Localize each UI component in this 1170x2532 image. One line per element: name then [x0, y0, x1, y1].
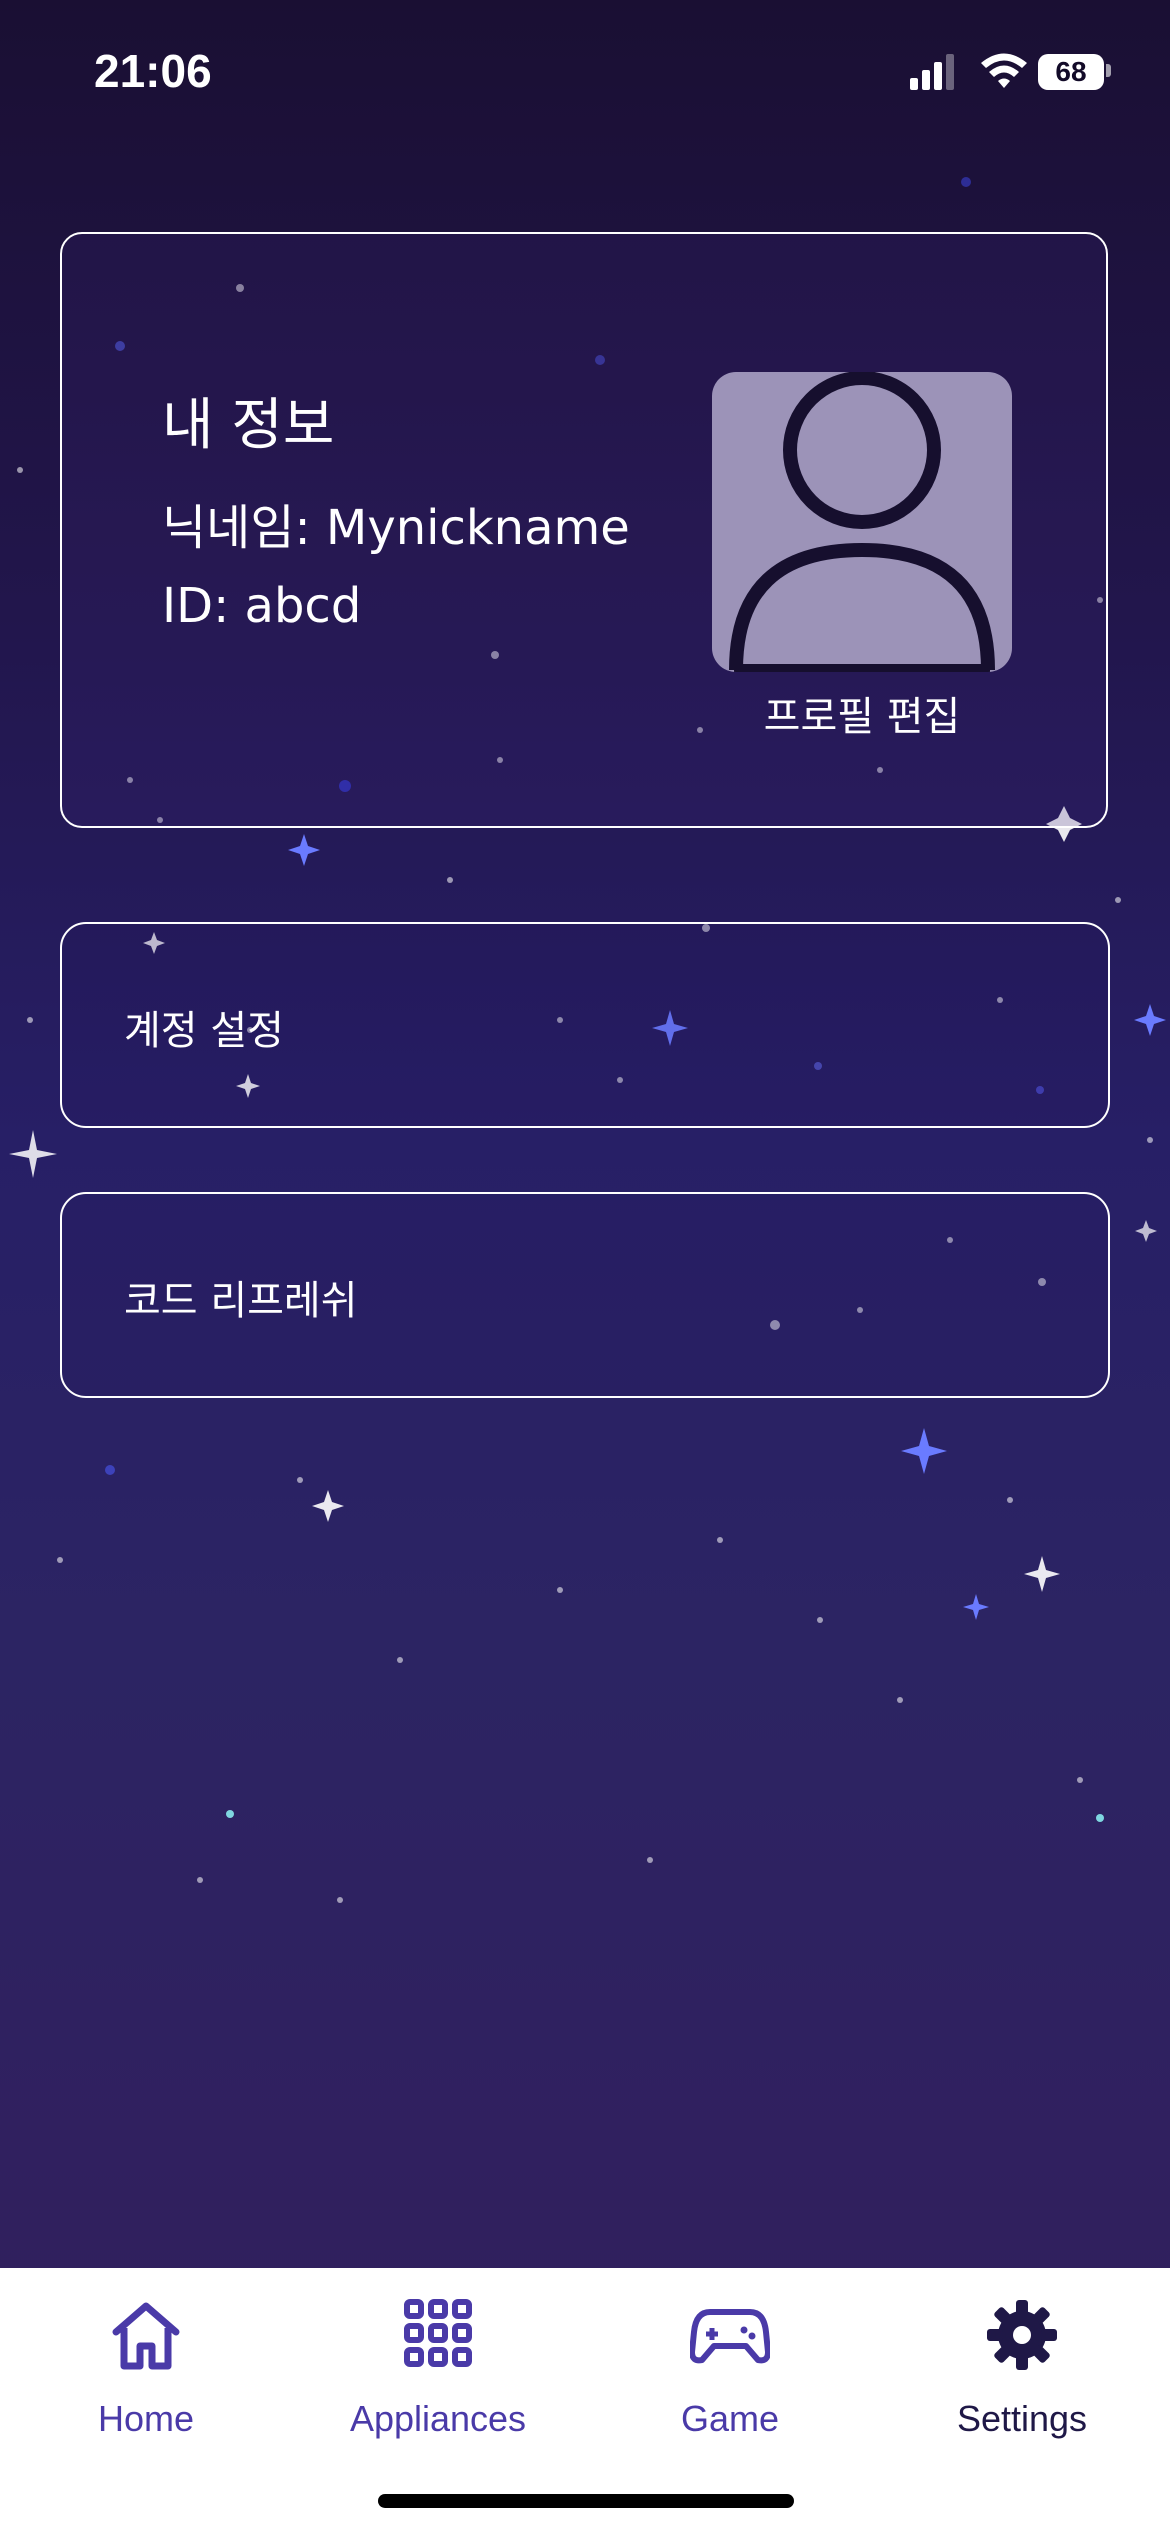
profile-info-card: 내 정보 닉네임: Mynickname ID: abcd 프로필 편집	[60, 232, 1108, 828]
battery-cap	[1106, 64, 1111, 77]
wifi-icon	[981, 53, 1027, 88]
tab-game-label: Game	[680, 2398, 780, 2439]
tab-settings-label: Settings	[956, 2398, 1088, 2439]
nickname-text: 닉네임: Mynickname	[162, 500, 630, 556]
user-avatar-icon[interactable]	[712, 372, 1012, 672]
status-icons: 68	[910, 52, 1114, 92]
profile-title: 내 정보	[162, 393, 335, 458]
tab-bar: Home Appliances Game Settings	[0, 2268, 1170, 2532]
edit-profile-button[interactable]: 프로필 편집	[712, 684, 1012, 742]
id-text: ID: abcd	[162, 578, 362, 634]
home-icon	[112, 2302, 180, 2370]
settings-screen: 21:06 68 내 정보 닉네임: Mynickname ID: abcd 프…	[0, 0, 1170, 2532]
tab-game[interactable]: Game	[584, 2268, 876, 2468]
account-settings-label: 계정 설정	[124, 1008, 284, 1054]
tab-appliances[interactable]: Appliances	[292, 2268, 584, 2468]
signal-icon	[910, 54, 954, 90]
tab-appliances-label: Appliances	[349, 2398, 527, 2439]
tab-home[interactable]: Home	[0, 2268, 292, 2468]
gamepad-icon	[690, 2309, 770, 2364]
code-refresh-button[interactable]: 코드 리프레쉬	[60, 1192, 1110, 1398]
tab-home-label: Home	[97, 2398, 195, 2439]
status-time: 21:06	[94, 45, 212, 97]
gear-icon	[987, 2300, 1057, 2370]
battery-icon: 68	[1038, 54, 1104, 90]
home-indicator[interactable]	[378, 2494, 794, 2508]
tab-settings[interactable]: Settings	[876, 2268, 1168, 2468]
account-settings-button[interactable]: 계정 설정	[60, 922, 1110, 1128]
code-refresh-label: 코드 리프레쉬	[124, 1278, 358, 1324]
grid-icon	[404, 2299, 472, 2367]
